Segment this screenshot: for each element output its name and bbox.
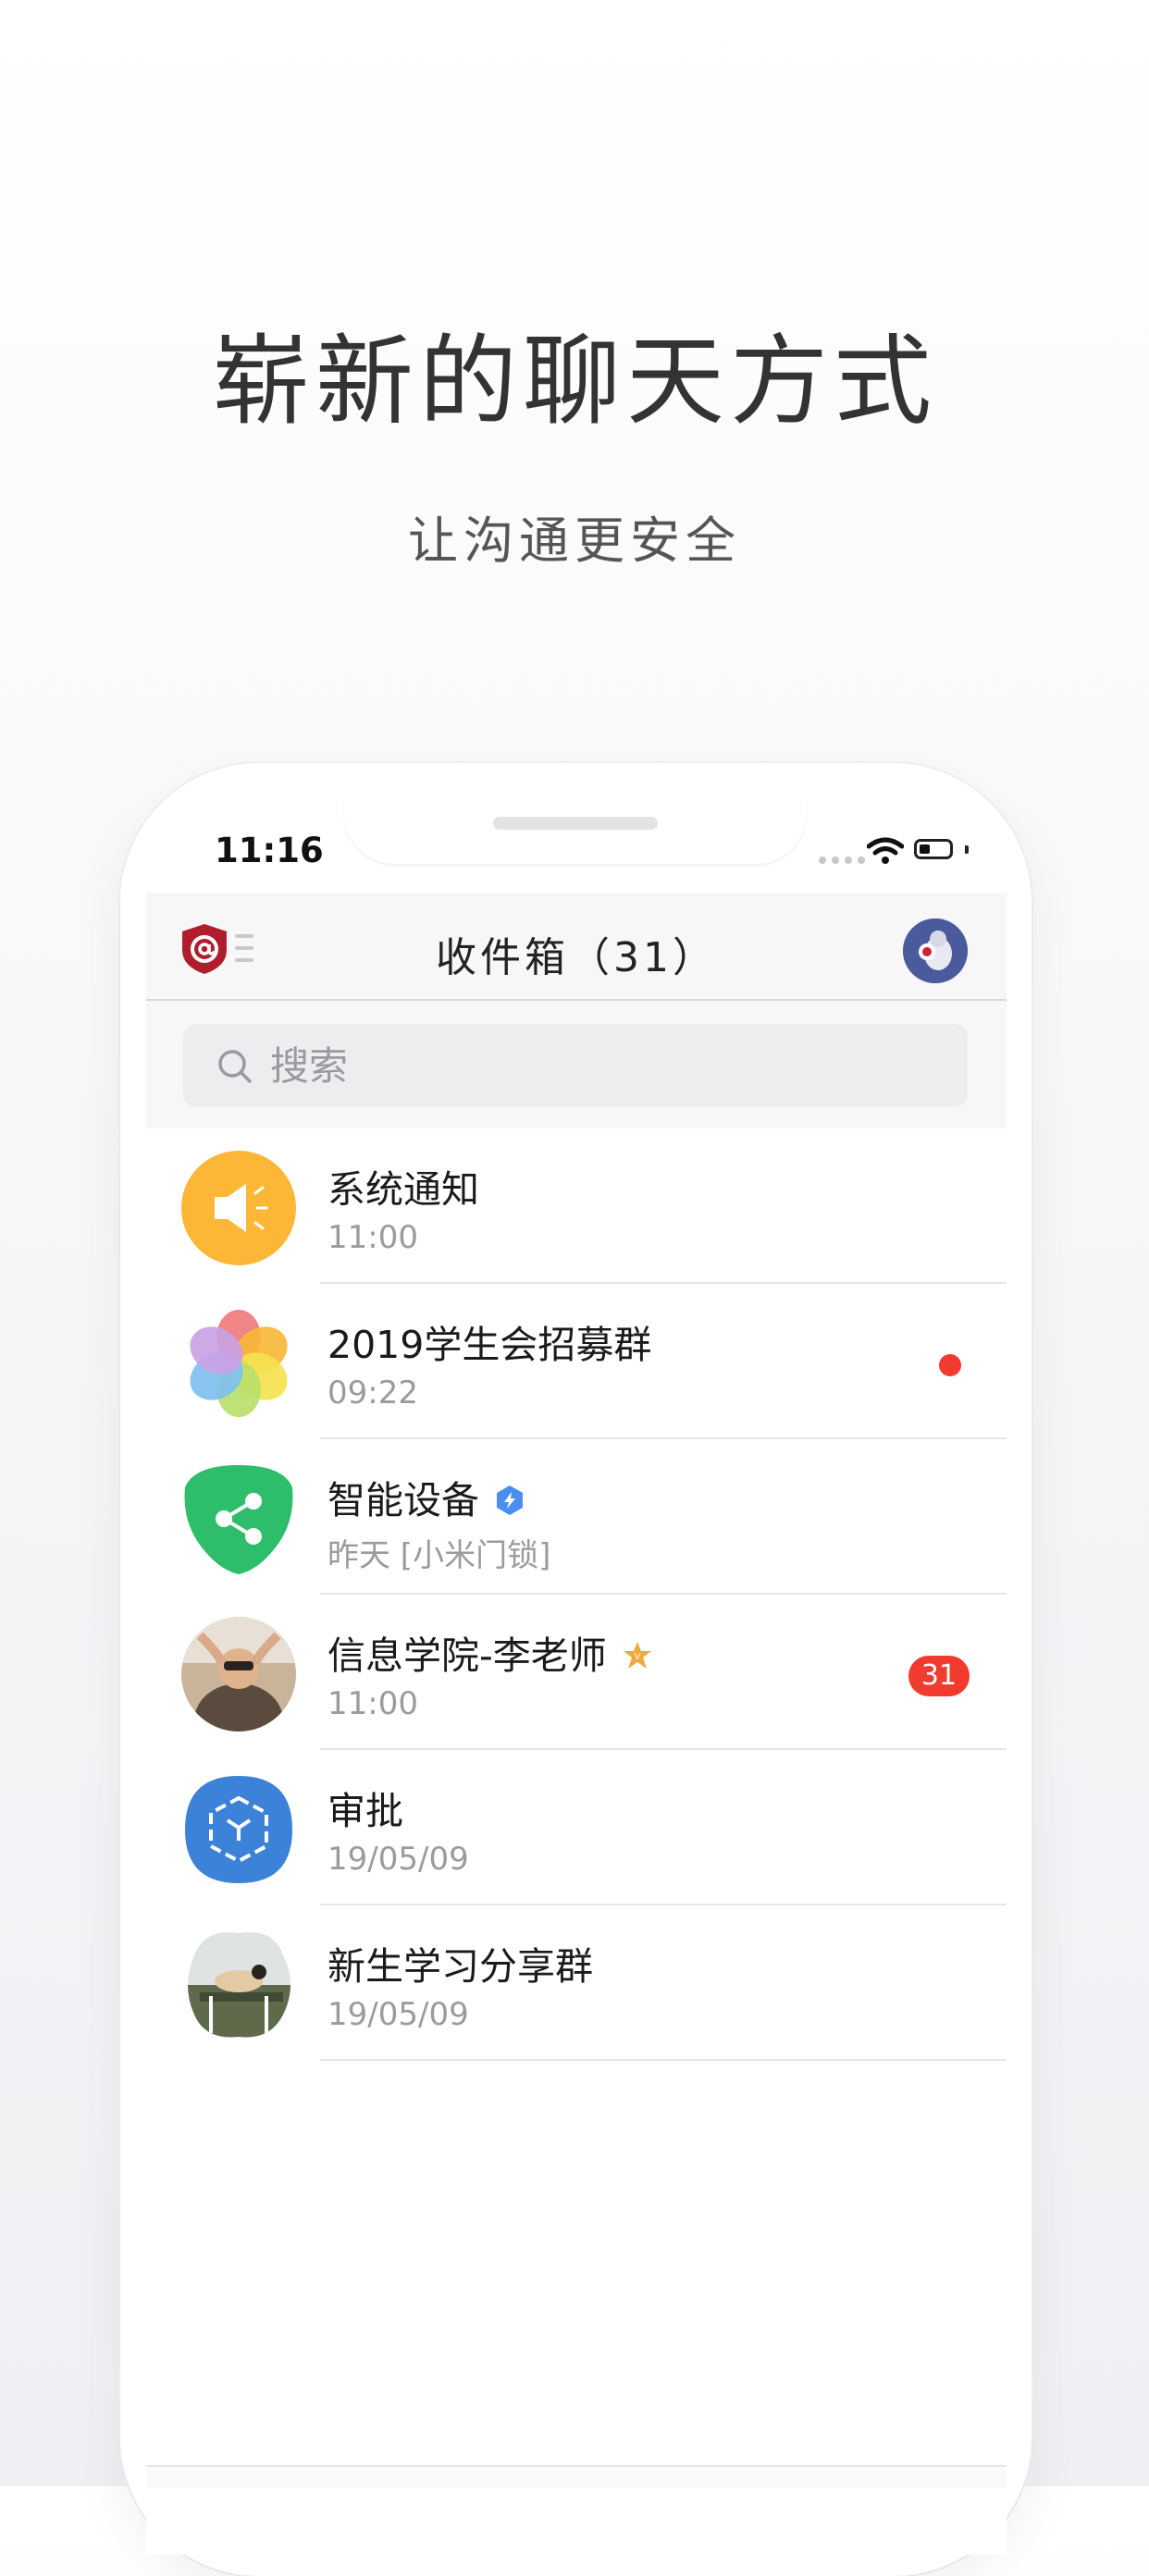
chat-name: 信息学院-李老师 V [327,1624,653,1680]
list-item[interactable]: 审批 19/05/09 [146,1750,1007,1905]
speaker-icon [181,1151,296,1265]
battery-icon [914,839,953,859]
chat-time: 昨天 [小米门锁] [327,1537,551,1574]
chat-name: 智能设备 [327,1469,525,1524]
tab-bar [146,2465,1007,2488]
wifi-icon [867,837,904,864]
chat-time: 19/05/09 [327,1841,469,1878]
photo-avatar [181,1617,296,1732]
profile-avatar[interactable] [903,918,968,983]
search-icon [218,1050,252,1083]
divider [320,2059,1007,2061]
chat-time: 11:00 [327,1219,418,1256]
list-item[interactable]: 2019学生会招募群 09:22 [146,1284,1007,1439]
status-time: 11:16 [215,831,324,870]
chat-name: 系统通知 [327,1167,479,1212]
share-icon [184,1465,293,1574]
photo-avatar [188,1932,290,2038]
list-item[interactable]: 智能设备 昨天 [小米门锁] [146,1439,1007,1595]
search-input[interactable] [268,1037,920,1094]
page-title: 收件箱（31） [436,934,717,981]
chat-name-text: 信息学院-李老师 [327,1633,607,1678]
chat-name: 审批 [327,1789,403,1833]
phone-speaker [493,817,658,830]
signal-icon [819,857,865,864]
chat-name: 新生学习分享群 [327,1944,593,1989]
unread-count-badge: 31 [908,1656,970,1696]
nav-bar: 收件箱（31） [146,893,1007,1001]
list-item[interactable]: 信息学院-李老师 V 11:00 31 [146,1595,1007,1750]
robot-icon [903,918,968,983]
chat-time: 19/05/09 [327,1996,469,2033]
search-bar[interactable] [183,1024,968,1107]
flower-icon [190,1310,288,1417]
unread-dot [939,1354,961,1376]
chat-time: 11:00 [327,1685,418,1722]
search-section [146,1001,1007,1128]
promo-headline: 崭新的聊天方式 [212,325,937,438]
chat-list: 系统通知 11:00 2019学生会招募群 09:22 智能设备 昨天 [小米门… [146,1128,1007,2061]
verified-bolt-icon [497,1485,523,1515]
list-item[interactable]: 新生学习分享群 19/05/09 [146,1905,1007,2061]
svg-text:V: V [634,1652,640,1662]
vip-star-icon: V [623,1642,651,1669]
promo-subheadline: 让沟通更安全 [408,512,741,570]
phone-notch [344,797,807,864]
cube-icon [185,1776,292,1883]
list-item[interactable]: 系统通知 11:00 [146,1128,1007,1284]
chat-name-text: 智能设备 [327,1478,479,1522]
battery-cap [965,845,969,854]
chat-name: 2019学生会招募群 [327,1323,652,1367]
chat-time: 09:22 [327,1374,418,1411]
